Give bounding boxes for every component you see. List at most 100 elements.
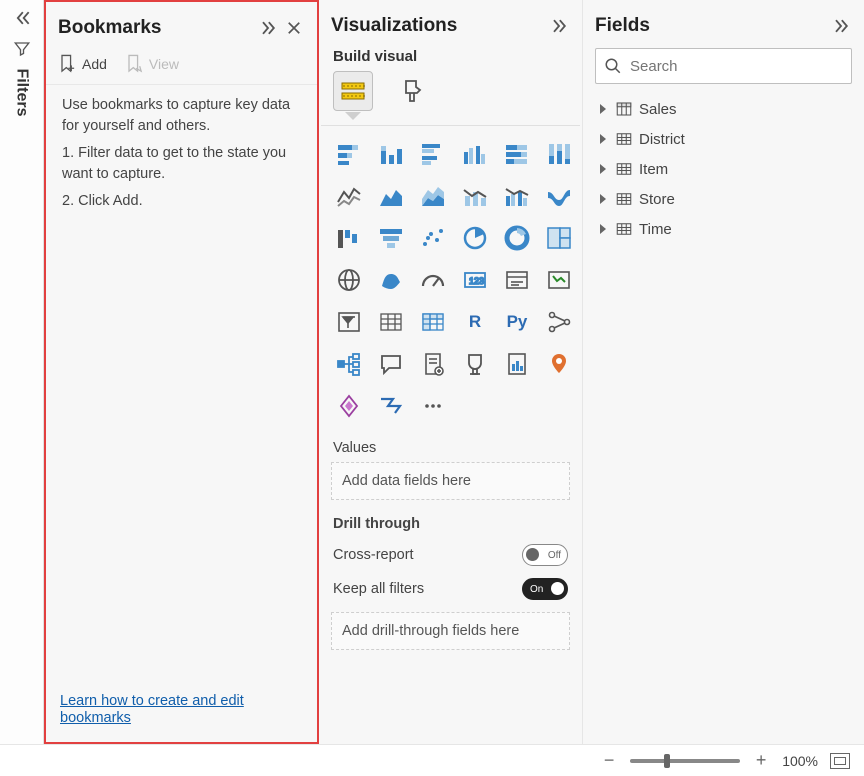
chevron-right-icon	[597, 163, 609, 175]
view-bookmark-button: View	[125, 54, 179, 74]
fields-search[interactable]	[595, 48, 852, 84]
viz-slicer[interactable]	[331, 304, 367, 340]
viz-line[interactable]	[331, 178, 367, 214]
visualization-gallery: 123 R Py	[319, 136, 582, 424]
fit-to-page-button[interactable]	[830, 753, 850, 769]
collapse-right-icon[interactable]	[830, 15, 852, 37]
viz-stacked-column-100[interactable]	[541, 136, 577, 172]
filters-label: Filters	[14, 68, 31, 116]
zoom-bar: − + 100%	[0, 744, 864, 776]
viz-key-influencers[interactable]	[541, 304, 577, 340]
viz-narrative[interactable]	[415, 346, 451, 382]
viz-treemap[interactable]	[541, 220, 577, 256]
visualizations-title: Visualizations	[331, 15, 544, 37]
fields-title: Fields	[595, 15, 826, 37]
viz-ribbon[interactable]	[541, 178, 577, 214]
bookmark-view-icon	[125, 54, 143, 74]
table-sales[interactable]: Sales	[593, 94, 854, 124]
viz-card[interactable]: 123	[457, 262, 493, 298]
expand-left-icon[interactable]	[12, 8, 32, 28]
viz-qa[interactable]	[373, 346, 409, 382]
viz-multi-row-card[interactable]	[499, 262, 535, 298]
viz-stacked-column[interactable]	[373, 136, 409, 172]
cross-report-label: Cross-report	[333, 547, 414, 563]
view-label: View	[149, 56, 179, 72]
viz-table[interactable]	[373, 304, 409, 340]
viz-stacked-area[interactable]	[415, 178, 451, 214]
table-item[interactable]: Item	[593, 154, 854, 184]
viz-decomposition-tree[interactable]	[331, 346, 367, 382]
keep-filters-label: Keep all filters	[333, 581, 424, 597]
bookmarks-pane: Bookmarks Add View Use bookmarks to capt…	[44, 0, 319, 744]
svg-text:123: 123	[469, 276, 484, 286]
viz-waterfall[interactable]	[331, 220, 367, 256]
tab-format-visual[interactable]	[393, 71, 433, 111]
close-icon[interactable]	[283, 17, 305, 39]
viz-goals[interactable]	[457, 346, 493, 382]
drill-through-label: Drill through	[319, 500, 582, 538]
bookmarks-help-text: Use bookmarks to capture key data for yo…	[46, 85, 317, 684]
keep-filters-toggle[interactable]: On	[522, 578, 568, 600]
viz-py-visual[interactable]: Py	[499, 304, 535, 340]
viz-funnel[interactable]	[373, 220, 409, 256]
search-icon	[604, 57, 622, 75]
zoom-out-button[interactable]: −	[600, 750, 618, 771]
values-well[interactable]: Add data fields here	[331, 462, 570, 500]
collapse-right-icon[interactable]	[257, 17, 279, 39]
values-label: Values	[319, 424, 582, 462]
viz-paginated[interactable]	[499, 346, 535, 382]
viz-kpi[interactable]	[541, 262, 577, 298]
chevron-right-icon	[597, 193, 609, 205]
table-icon	[615, 220, 633, 238]
table-icon	[615, 160, 633, 178]
table-store[interactable]: Store	[593, 184, 854, 214]
bookmark-add-icon	[58, 54, 76, 74]
drill-through-well[interactable]: Add drill-through fields here	[331, 612, 570, 650]
zoom-slider[interactable]	[630, 759, 740, 763]
cross-report-toggle[interactable]: Off	[522, 544, 568, 566]
learn-bookmarks-link[interactable]: Learn how to create and edit bookmarks	[60, 693, 244, 726]
viz-area[interactable]	[373, 178, 409, 214]
sum-table-icon	[615, 100, 633, 118]
filters-pane-collapsed[interactable]: Filters	[0, 0, 44, 744]
table-time[interactable]: Time	[593, 214, 854, 244]
table-district[interactable]: District	[593, 124, 854, 154]
viz-powerautomate[interactable]	[373, 388, 409, 424]
table-icon	[615, 190, 633, 208]
viz-line-stacked-column[interactable]	[457, 178, 493, 214]
viz-donut[interactable]	[499, 220, 535, 256]
viz-stacked-bar[interactable]	[331, 136, 367, 172]
zoom-in-button[interactable]: +	[752, 750, 770, 771]
viz-more[interactable]	[415, 388, 451, 424]
filter-icon	[13, 40, 31, 58]
fields-pane: Fields Sales District Item	[583, 0, 864, 744]
bookmarks-title: Bookmarks	[58, 17, 253, 39]
viz-map[interactable]	[331, 262, 367, 298]
tab-build-visual[interactable]	[333, 71, 373, 111]
viz-powerapps[interactable]	[331, 388, 367, 424]
table-icon	[615, 130, 633, 148]
format-brush-icon	[400, 78, 426, 104]
viz-r-visual[interactable]: R	[457, 304, 493, 340]
viz-clustered-column[interactable]	[457, 136, 493, 172]
chevron-right-icon	[597, 133, 609, 145]
visualizations-pane: Visualizations Build visual	[319, 0, 583, 744]
viz-pie[interactable]	[457, 220, 493, 256]
viz-arcgis[interactable]	[541, 346, 577, 382]
search-input[interactable]	[628, 57, 843, 76]
viz-gauge[interactable]	[415, 262, 451, 298]
chevron-right-icon	[597, 103, 609, 115]
viz-line-clustered-column[interactable]	[499, 178, 535, 214]
viz-stacked-bar-100[interactable]	[499, 136, 535, 172]
add-label: Add	[82, 56, 107, 72]
viz-scatter[interactable]	[415, 220, 451, 256]
add-bookmark-button[interactable]: Add	[58, 54, 107, 74]
viz-clustered-bar[interactable]	[415, 136, 451, 172]
viz-filled-map[interactable]	[373, 262, 409, 298]
build-visual-label: Build visual	[319, 48, 582, 71]
collapse-right-icon[interactable]	[548, 15, 570, 37]
build-visual-icon	[340, 78, 366, 104]
zoom-level: 100%	[782, 753, 818, 769]
viz-matrix[interactable]	[415, 304, 451, 340]
chevron-right-icon	[597, 223, 609, 235]
